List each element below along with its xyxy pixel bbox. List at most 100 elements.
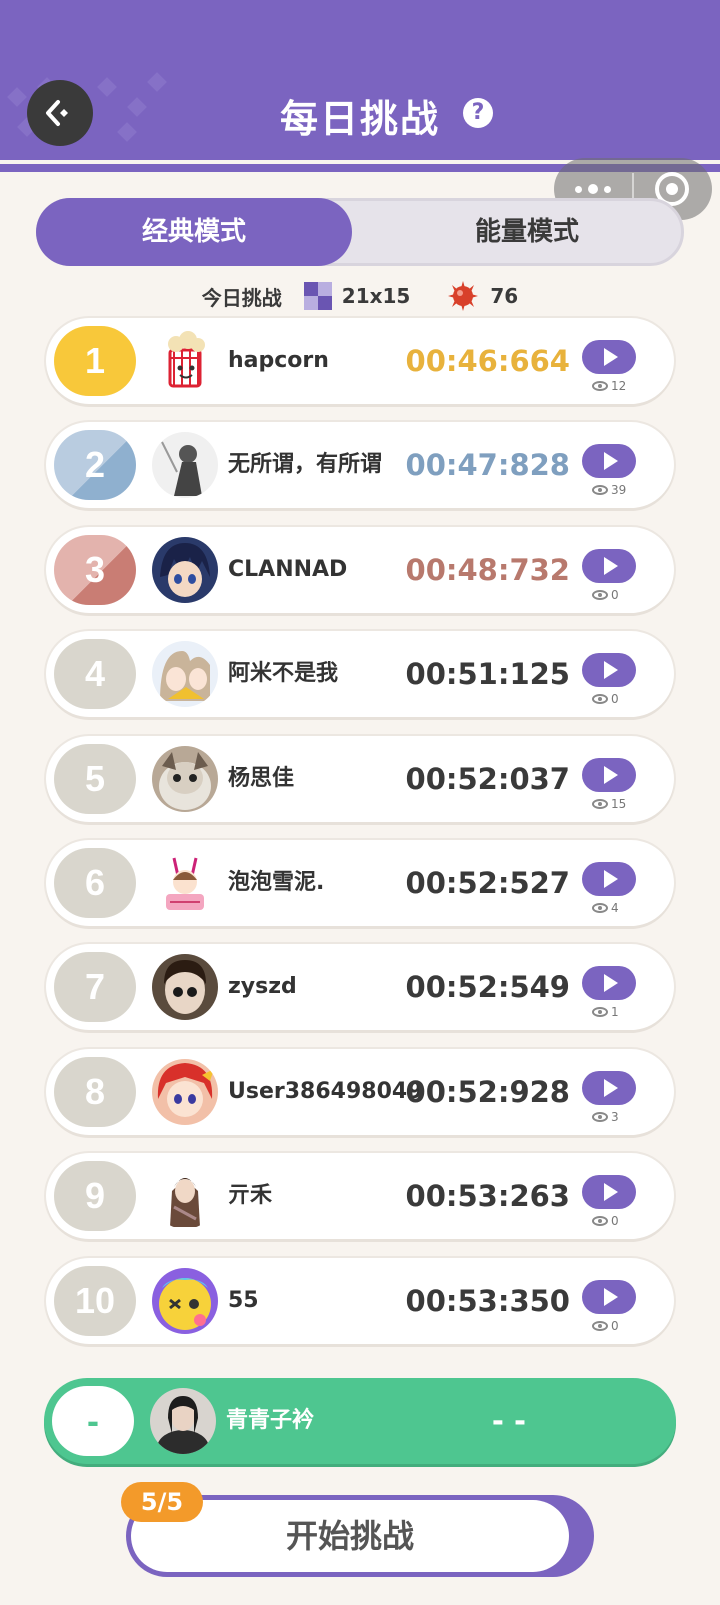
view-count-value: 1	[611, 1005, 619, 1019]
my-time: - -	[491, 1404, 526, 1438]
view-count-value: 3	[611, 1110, 619, 1124]
ranking-row: 2 无所谓，有所谓 00:47:828 39	[46, 422, 674, 508]
finish-time: 00:52:928	[405, 1075, 570, 1109]
tab-classic-mode[interactable]: 经典模式	[36, 198, 352, 266]
avatar[interactable]	[152, 850, 218, 916]
eye-icon	[592, 903, 608, 913]
my-rank-badge: -	[52, 1386, 134, 1456]
view-count-value: 4	[611, 901, 619, 915]
today-challenge-info: 今日挑战 21x15 76	[0, 280, 720, 312]
rank-badge: 10	[54, 1266, 136, 1336]
avatar[interactable]	[152, 1059, 218, 1125]
my-name: 青青子衿	[226, 1408, 315, 1433]
finish-time: 00:46:664	[405, 344, 570, 378]
view-count: 15	[592, 796, 626, 812]
view-count: 0	[592, 1318, 619, 1334]
rank-badge: 8	[54, 1057, 136, 1127]
play-replay-button[interactable]	[582, 653, 636, 687]
player-name: 泡泡雪泥.	[228, 870, 325, 895]
board-grid-icon	[303, 282, 332, 310]
play-icon	[603, 766, 618, 784]
play-replay-button[interactable]	[582, 966, 636, 1000]
play-replay-button[interactable]	[582, 758, 636, 792]
play-icon	[603, 870, 618, 888]
view-count: 0	[592, 1213, 619, 1229]
mine-icon	[448, 281, 479, 311]
play-replay-button[interactable]	[582, 340, 636, 374]
avatar	[150, 1388, 216, 1454]
play-replay-button[interactable]	[582, 1071, 636, 1105]
question-circle-icon[interactable]: ?	[463, 98, 493, 128]
view-count: 0	[592, 587, 619, 603]
view-count-value: 15	[611, 797, 627, 811]
play-icon	[603, 974, 618, 992]
avatar[interactable]	[152, 432, 218, 498]
my-rank-row: - 青青子衿 - -	[44, 1378, 676, 1464]
play-icon	[603, 452, 618, 470]
play-icon	[603, 1079, 618, 1097]
play-replay-button[interactable]	[582, 1175, 636, 1209]
ranking-row: 6 泡泡雪泥. 00:52:527 4	[46, 840, 674, 926]
rank-badge: 2	[54, 430, 136, 500]
play-icon	[603, 557, 618, 575]
avatar[interactable]	[152, 1268, 218, 1334]
ranking-row: 8 User386498049 00:52:928 3	[46, 1049, 674, 1135]
play-replay-button[interactable]	[582, 549, 636, 583]
ranking-row: 5 杨思佳 00:52:037 15	[46, 736, 674, 822]
player-name: 亓禾	[228, 1183, 273, 1208]
player-name: User386498049	[228, 1079, 423, 1104]
player-name: 阿米不是我	[228, 661, 339, 686]
finish-time: 00:51:125	[405, 657, 570, 691]
avatar[interactable]	[152, 1163, 218, 1229]
view-count: 12	[592, 378, 626, 394]
rank-badge: 4	[54, 639, 136, 709]
view-count: 1	[592, 1004, 619, 1020]
page-title: 每日挑战	[279, 97, 440, 141]
eye-icon	[592, 485, 608, 495]
eye-icon	[592, 1007, 608, 1017]
view-count-value: 39	[611, 483, 627, 497]
play-icon	[603, 661, 618, 679]
eye-icon	[592, 590, 608, 600]
play-replay-button[interactable]	[582, 862, 636, 896]
rank-badge: 7	[54, 952, 136, 1022]
play-replay-button[interactable]	[582, 1280, 636, 1314]
rank-badge: 1	[54, 326, 136, 396]
ranking-row: 1 hapcorn 00:46:664 12	[46, 318, 674, 404]
ranking-row: 9 亓禾 00:53:263 0	[46, 1153, 674, 1239]
play-icon	[603, 1183, 618, 1201]
player-name: 55	[228, 1288, 259, 1313]
mode-switch: 经典模式 能量模式	[36, 198, 684, 266]
eye-icon	[592, 1112, 608, 1122]
rank-badge: 3	[54, 535, 136, 605]
attempts-badge: 5/5	[121, 1482, 203, 1522]
view-count: 39	[592, 482, 626, 498]
finish-time: 00:48:732	[405, 553, 570, 587]
play-replay-button[interactable]	[582, 444, 636, 478]
view-count-value: 0	[611, 692, 619, 706]
rank-badge: 5	[54, 744, 136, 814]
avatar[interactable]	[152, 954, 218, 1020]
finish-time: 00:53:350	[405, 1284, 570, 1318]
grid-size: 21x15	[341, 284, 411, 308]
ranking-row: 10 55 00:53:350 0	[46, 1258, 674, 1344]
eye-icon	[592, 381, 608, 391]
finish-time: 00:52:549	[405, 970, 570, 1004]
player-name: hapcorn	[228, 348, 329, 373]
view-count-value: 0	[611, 1214, 619, 1228]
ranking-row: 4 阿米不是我 00:51:125 0	[46, 631, 674, 717]
ranking-row: 3 CLANNAD 00:48:732 0	[46, 527, 674, 613]
avatar[interactable]	[152, 537, 218, 603]
rank-badge: 6	[54, 848, 136, 918]
player-name: CLANNAD	[228, 557, 348, 582]
finish-time: 00:53:263	[405, 1179, 570, 1213]
eye-icon	[592, 1321, 608, 1331]
avatar[interactable]	[152, 746, 218, 812]
avatar[interactable]	[152, 641, 218, 707]
eye-icon	[592, 1216, 608, 1226]
eye-icon	[592, 799, 608, 809]
view-count: 4	[592, 900, 619, 916]
tab-energy-mode[interactable]: 能量模式	[369, 198, 685, 266]
today-label: 今日挑战	[201, 285, 282, 310]
avatar[interactable]	[152, 328, 218, 394]
